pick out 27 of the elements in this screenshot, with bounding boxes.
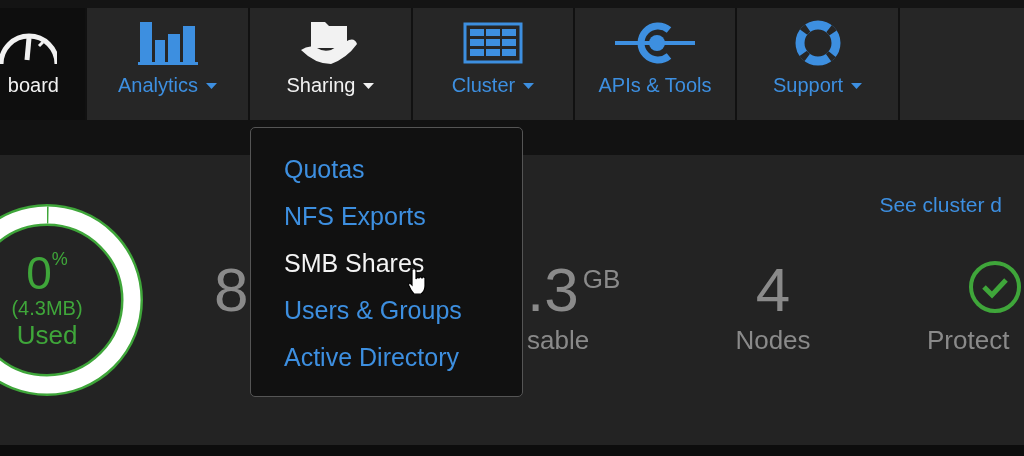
stat-value: 4 <box>755 259 791 321</box>
stat-label: sable <box>527 324 590 357</box>
tab-label: Analytics <box>118 74 217 97</box>
cluster-details-link[interactable]: See cluster d <box>879 193 1002 217</box>
plug-icon <box>615 20 695 66</box>
stat-unit: GB <box>582 263 621 296</box>
bar-chart-icon <box>137 20 198 66</box>
nav-tab[interactable]: board <box>0 8 87 120</box>
usage-amount: (4.3MB) <box>11 296 83 320</box>
usage-label: Used <box>16 320 78 350</box>
lifebuoy-icon <box>794 20 841 66</box>
menu-item[interactable]: Quotas <box>284 146 365 193</box>
stat-label: Nodes <box>735 324 811 357</box>
menu-item[interactable]: SMB Shares <box>284 240 425 287</box>
stat-value: .3 <box>527 259 579 321</box>
stat-value: 8 <box>214 259 248 321</box>
stat-label: Protect <box>927 324 1010 357</box>
menu-item[interactable]: NFS Exports <box>284 193 426 240</box>
tab-label: Support <box>772 74 863 97</box>
tab-label: board <box>7 74 59 97</box>
menu-item[interactable]: Active Directory <box>284 334 460 381</box>
tab-label: Cluster <box>451 74 535 97</box>
grid-icon <box>463 20 523 66</box>
tab-label: APIs & Tools <box>598 74 712 97</box>
tab-label: Sharing <box>286 74 375 97</box>
menu-item[interactable]: Users & Groups <box>284 287 462 334</box>
usage-percent: 0% <box>26 250 68 296</box>
